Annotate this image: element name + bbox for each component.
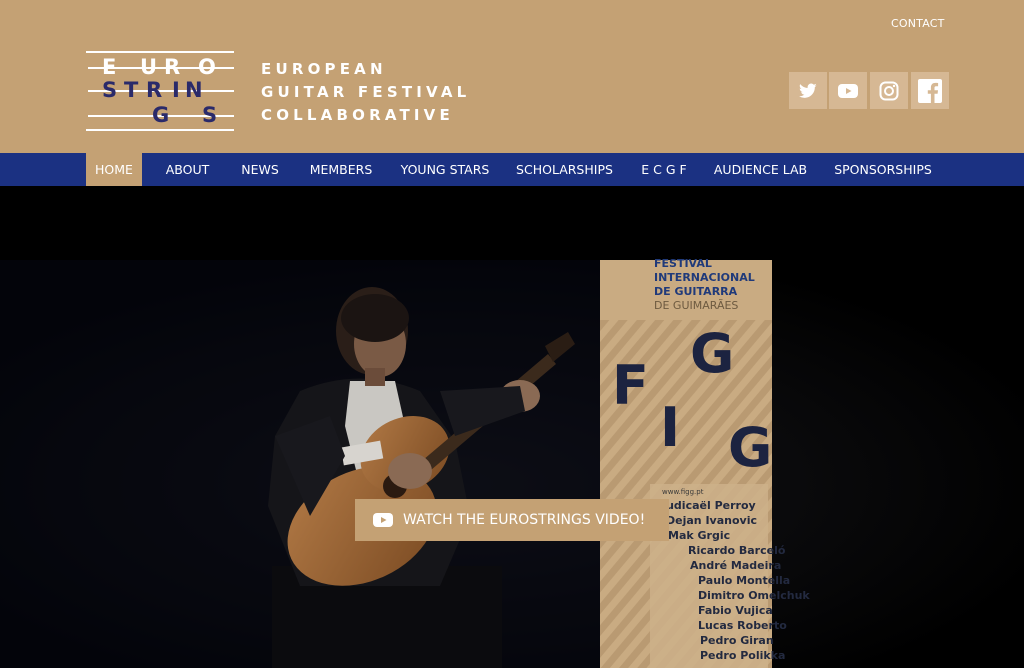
banner-name: Paulo Montella [698,574,790,587]
banner-name: Dejan Ivanovic [666,514,757,527]
banner-name: Pedro Polikka [700,649,785,662]
facebook-icon [918,78,942,103]
logo-row-1: E U R O [86,55,236,79]
youtube-link[interactable] [829,72,867,109]
logo-letter: O [198,55,216,79]
banner-name: Fabio Vujica [698,604,773,617]
banner-name: Dimitro Omelchuk [698,589,810,602]
brand-tagline: EUROPEAN GUITAR FESTIVAL COLLABORATIVE [261,58,470,127]
hero-video[interactable]: FESTIVAL INTERNACIONAL DE GUITARRA DE GU… [0,186,1024,668]
banner-letter: I [660,396,680,459]
brand-line: GUITAR FESTIVAL [261,83,471,101]
nav-item-ecgf[interactable]: E C G F [637,153,691,186]
banner-name: Ricardo Barceló [688,544,786,557]
eurostrings-logo[interactable]: E U R O S T R I N G S [86,51,236,133]
nav-item-scholarships[interactable]: SCHOLARSHIPS [514,153,615,186]
banner-name: Pedro Giran [700,634,774,647]
brand-line: COLLABORATIVE [261,106,454,124]
twitter-icon [799,83,817,98]
logo-line [86,129,234,131]
instagram-icon [879,81,899,100]
logo-letter: S [102,78,118,102]
logo-letter: U [140,55,158,79]
logo-letter: N [185,78,203,102]
logo-line [86,51,234,53]
banner-letter: F [612,354,649,417]
facebook-link[interactable] [911,72,949,109]
twitter-link[interactable] [789,72,827,109]
main-nav: HOME ABOUT NEWS MEMBERS YOUNG STARS SCHO… [0,153,1024,186]
logo-letter: G [152,103,170,127]
youtube-play-icon [373,513,393,527]
banner-url: www.figg.pt [662,488,704,496]
banner-name: Lucas Roberto [698,619,787,632]
logo-letter: I [172,78,180,102]
logo-row-2: S T R I N [86,78,236,102]
nav-item-audience-lab[interactable]: AUDIENCE LAB [712,153,809,186]
hero-image: FESTIVAL INTERNACIONAL DE GUITARRA DE GU… [0,257,1024,668]
logo-letter: E [102,55,117,79]
banner-text: FESTIVAL [654,257,712,270]
site-header: CONTACT E U R O S T R I N G S EUROPEAN G… [0,0,1024,153]
banner-letter: G [690,322,734,385]
watch-video-button[interactable]: WATCH THE EUROSTRINGS VIDEO! [355,499,669,541]
banner-name: Mak Grgic [668,529,730,542]
logo-letter: R [164,55,181,79]
logo-letter: S [202,103,218,127]
logo-row-3: G S [86,103,236,127]
nav-item-home[interactable]: HOME [86,153,142,186]
logo-letter: T [124,78,139,102]
brand-line: EUROPEAN [261,60,387,78]
banner-name: Judicaël Perroy [661,499,756,512]
nav-item-sponsorships[interactable]: SPONSORSHIPS [831,153,935,186]
banner-letter: G [728,416,772,479]
youtube-icon [838,83,858,98]
nav-item-young-stars[interactable]: YOUNG STARS [398,153,492,186]
watch-video-label: WATCH THE EUROSTRINGS VIDEO! [403,512,646,528]
instagram-link[interactable] [870,72,908,109]
nav-item-about[interactable]: ABOUT [160,153,215,186]
nav-item-news[interactable]: NEWS [236,153,284,186]
contact-link[interactable]: CONTACT [891,17,945,30]
banner-text: DE GUIMARÃES [654,299,738,312]
banner-text: DE GUITARRA [654,285,738,298]
logo-letter: R [146,78,163,102]
banner-name: André Madeira [690,559,781,572]
nav-item-members[interactable]: MEMBERS [306,153,376,186]
banner-text: INTERNACIONAL [654,271,755,284]
